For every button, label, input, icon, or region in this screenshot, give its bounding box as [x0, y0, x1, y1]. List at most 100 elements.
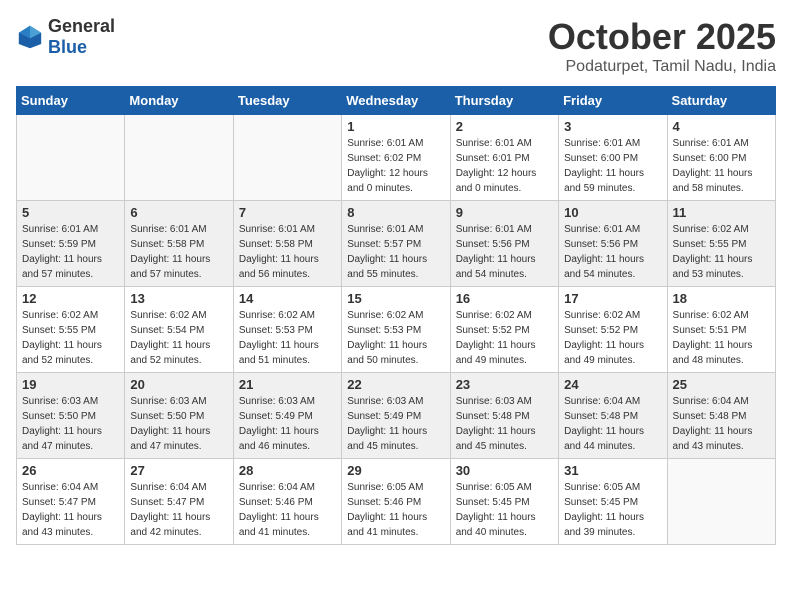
- day-info: Sunrise: 6:03 AMSunset: 5:49 PMDaylight:…: [347, 394, 444, 454]
- day-info: Sunrise: 6:04 AMSunset: 5:48 PMDaylight:…: [564, 394, 661, 454]
- col-friday: Friday: [559, 87, 667, 115]
- table-row: 29 Sunrise: 6:05 AMSunset: 5:46 PMDayligh…: [342, 459, 450, 545]
- logo-general: General: [48, 16, 115, 36]
- day-info: Sunrise: 6:01 AMSunset: 5:56 PMDaylight:…: [564, 222, 661, 282]
- page-header: General Blue October 2025 Podaturpet, Ta…: [16, 16, 776, 76]
- table-row: 3Sunrise: 6:01 AMSunset: 6:00 PMDaylight…: [559, 115, 667, 201]
- day-info: Sunrise: 6:02 AMSunset: 5:55 PMDaylight:…: [22, 308, 119, 368]
- day-info: Sunrise: 6:03 AMSunset: 5:50 PMDaylight:…: [22, 394, 119, 454]
- table-row: 21Sunrise: 6:03 AMSunset: 5:49 PMDayligh…: [233, 373, 341, 459]
- day-number: 22: [347, 377, 444, 392]
- col-wednesday: Wednesday: [342, 87, 450, 115]
- table-row: 6Sunrise: 6:01 AMSunset: 5:58 PMDaylight…: [125, 201, 233, 287]
- day-info: Sunrise: 6:02 AMSunset: 5:51 PMDaylight:…: [673, 308, 770, 368]
- table-row: 8 Sunrise: 6:01 AMSunset: 5:57 PMDaylight…: [342, 201, 450, 287]
- table-row: 4Sunrise: 6:01 AMSunset: 6:00 PMDaylight…: [667, 115, 775, 201]
- day-number: 16: [456, 291, 553, 306]
- table-row: [667, 459, 775, 545]
- day-info: Sunrise: 6:02 AMSunset: 5:53 PMDaylight:…: [347, 308, 444, 368]
- table-row: 15Sunrise: 6:02 AMSunset: 5:53 PMDayligh…: [342, 287, 450, 373]
- day-number: 31: [564, 463, 661, 478]
- table-row: 25Sunrise: 6:04 AMSunset: 5:48 PMDayligh…: [667, 373, 775, 459]
- table-row: 1 Sunrise: 6:01 AMSunset: 6:02 PMDaylight…: [342, 115, 450, 201]
- day-info: Sunrise: 6:01 AMSunset: 5:57 PMDaylight:…: [347, 222, 444, 282]
- day-number: 26: [22, 463, 119, 478]
- calendar-week-row: 26 Sunrise: 6:04 AMSunset: 5:47 PMDayligh…: [17, 459, 776, 545]
- logo-blue: Blue: [48, 37, 87, 57]
- day-number: 8: [347, 205, 444, 220]
- day-number: 2: [456, 119, 553, 134]
- day-info: Sunrise: 6:02 AMSunset: 5:52 PMDaylight:…: [456, 308, 553, 368]
- day-number: 21: [239, 377, 336, 392]
- day-info: Sunrise: 6:01 AMSunset: 5:56 PMDaylight:…: [456, 222, 553, 282]
- day-info: Sunrise: 6:01 AMSunset: 5:58 PMDaylight:…: [239, 222, 336, 282]
- table-row: 28 Sunrise: 6:04 AMSunset: 5:46 PMDayligh…: [233, 459, 341, 545]
- day-info: Sunrise: 6:01 AMSunset: 6:02 PMDaylight:…: [347, 136, 444, 196]
- day-info: Sunrise: 6:04 AMSunset: 5:47 PMDaylight:…: [130, 480, 227, 540]
- table-row: 12 Sunrise: 6:02 AMSunset: 5:55 PMDayligh…: [17, 287, 125, 373]
- table-row: 7Sunrise: 6:01 AMSunset: 5:58 PMDaylight…: [233, 201, 341, 287]
- day-number: 11: [673, 205, 770, 220]
- table-row: 20Sunrise: 6:03 AMSunset: 5:50 PMDayligh…: [125, 373, 233, 459]
- day-number: 10: [564, 205, 661, 220]
- day-number: 6: [130, 205, 227, 220]
- day-number: 14: [239, 291, 336, 306]
- day-info: Sunrise: 6:05 AMSunset: 5:45 PMDaylight:…: [564, 480, 661, 540]
- day-number: 1: [347, 119, 444, 134]
- table-row: 27 Sunrise: 6:04 AMSunset: 5:47 PMDayligh…: [125, 459, 233, 545]
- day-info: Sunrise: 6:01 AMSunset: 5:59 PMDaylight:…: [22, 222, 119, 282]
- day-number: 24: [564, 377, 661, 392]
- calendar-week-row: 12 Sunrise: 6:02 AMSunset: 5:55 PMDayligh…: [17, 287, 776, 373]
- day-number: 13: [130, 291, 227, 306]
- col-thursday: Thursday: [450, 87, 558, 115]
- col-monday: Monday: [125, 87, 233, 115]
- day-info: Sunrise: 6:01 AMSunset: 6:00 PMDaylight:…: [564, 136, 661, 196]
- day-info: Sunrise: 6:04 AMSunset: 5:46 PMDaylight:…: [239, 480, 336, 540]
- logo-icon: [16, 23, 44, 51]
- day-info: Sunrise: 6:02 AMSunset: 5:53 PMDaylight:…: [239, 308, 336, 368]
- table-row: 24 Sunrise: 6:04 AMSunset: 5:48 PMDayligh…: [559, 373, 667, 459]
- day-info: Sunrise: 6:02 AMSunset: 5:54 PMDaylight:…: [130, 308, 227, 368]
- table-row: [233, 115, 341, 201]
- table-row: 2 Sunrise: 6:01 AMSunset: 6:01 PMDaylight…: [450, 115, 558, 201]
- calendar-week-row: 1 Sunrise: 6:01 AMSunset: 6:02 PMDaylight…: [17, 115, 776, 201]
- calendar-week-row: 19 Sunrise: 6:03 AMSunset: 5:50 PMDayligh…: [17, 373, 776, 459]
- day-number: 23: [456, 377, 553, 392]
- day-info: Sunrise: 6:05 AMSunset: 5:45 PMDaylight:…: [456, 480, 553, 540]
- col-tuesday: Tuesday: [233, 87, 341, 115]
- day-number: 12: [22, 291, 119, 306]
- day-number: 29: [347, 463, 444, 478]
- table-row: 9Sunrise: 6:01 AMSunset: 5:56 PMDaylight…: [450, 201, 558, 287]
- day-number: 5: [22, 205, 119, 220]
- day-info: Sunrise: 6:04 AMSunset: 5:47 PMDaylight:…: [22, 480, 119, 540]
- table-row: 10 Sunrise: 6:01 AMSunset: 5:56 PMDayligh…: [559, 201, 667, 287]
- day-number: 19: [22, 377, 119, 392]
- day-info: Sunrise: 6:03 AMSunset: 5:48 PMDaylight:…: [456, 394, 553, 454]
- day-number: 20: [130, 377, 227, 392]
- day-info: Sunrise: 6:02 AMSunset: 5:55 PMDaylight:…: [673, 222, 770, 282]
- table-row: 19 Sunrise: 6:03 AMSunset: 5:50 PMDayligh…: [17, 373, 125, 459]
- table-row: [17, 115, 125, 201]
- title-section: October 2025 Podaturpet, Tamil Nadu, Ind…: [548, 16, 776, 76]
- table-row: 30 Sunrise: 6:05 AMSunset: 5:45 PMDayligh…: [450, 459, 558, 545]
- day-number: 18: [673, 291, 770, 306]
- day-info: Sunrise: 6:01 AMSunset: 6:00 PMDaylight:…: [673, 136, 770, 196]
- table-row: 11 Sunrise: 6:02 AMSunset: 5:55 PMDayligh…: [667, 201, 775, 287]
- day-number: 30: [456, 463, 553, 478]
- day-info: Sunrise: 6:01 AMSunset: 6:01 PMDaylight:…: [456, 136, 553, 196]
- table-row: [125, 115, 233, 201]
- col-saturday: Saturday: [667, 87, 775, 115]
- col-sunday: Sunday: [17, 87, 125, 115]
- day-number: 28: [239, 463, 336, 478]
- day-number: 17: [564, 291, 661, 306]
- table-row: 23 Sunrise: 6:03 AMSunset: 5:48 PMDayligh…: [450, 373, 558, 459]
- day-info: Sunrise: 6:05 AMSunset: 5:46 PMDaylight:…: [347, 480, 444, 540]
- day-info: Sunrise: 6:02 AMSunset: 5:52 PMDaylight:…: [564, 308, 661, 368]
- table-row: 22 Sunrise: 6:03 AMSunset: 5:49 PMDayligh…: [342, 373, 450, 459]
- table-row: 31 Sunrise: 6:05 AMSunset: 5:45 PMDayligh…: [559, 459, 667, 545]
- logo-text: General Blue: [48, 16, 115, 58]
- day-number: 27: [130, 463, 227, 478]
- location-title: Podaturpet, Tamil Nadu, India: [548, 58, 776, 76]
- calendar-week-row: 5 Sunrise: 6:01 AMSunset: 5:59 PMDaylight…: [17, 201, 776, 287]
- table-row: 26 Sunrise: 6:04 AMSunset: 5:47 PMDayligh…: [17, 459, 125, 545]
